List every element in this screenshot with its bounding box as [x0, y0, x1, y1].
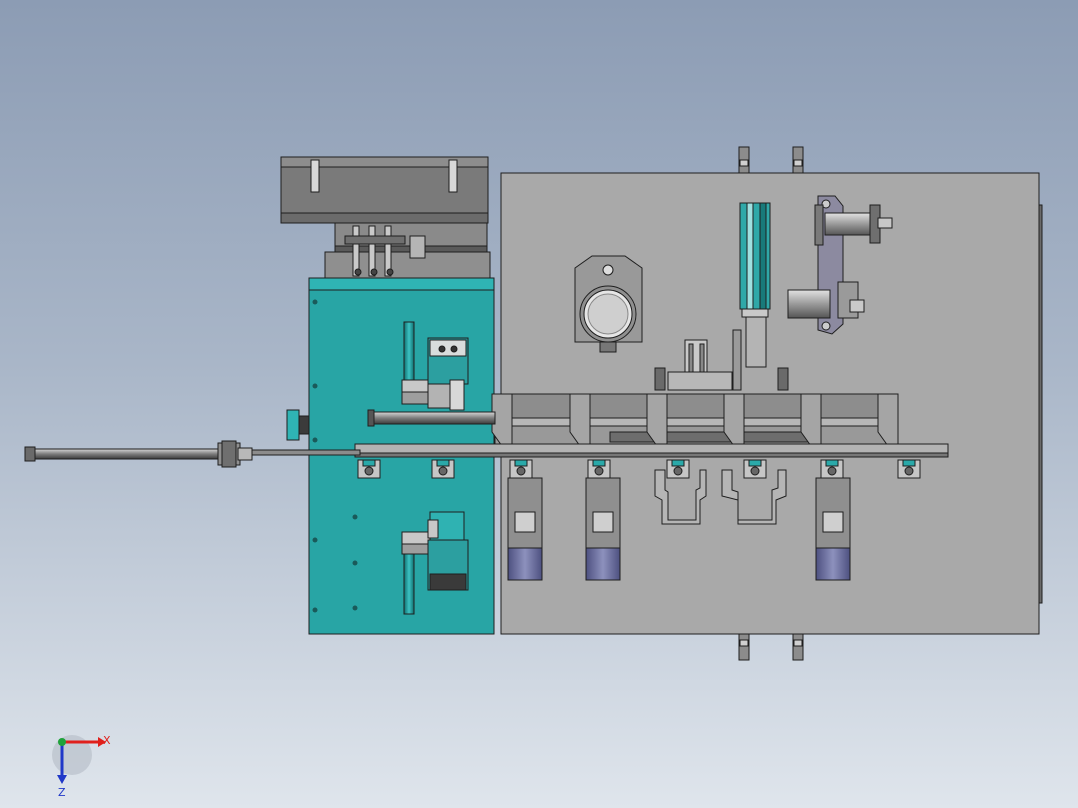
station-cylinder-2 [585, 477, 621, 581]
z-axis-label: Z [58, 786, 66, 799]
z-axis-arrowhead [57, 775, 67, 784]
axis-triad: X Z [52, 734, 111, 799]
station-cylinder-3 [815, 477, 851, 581]
y-axis-dot [58, 738, 66, 746]
cad-viewport[interactable]: X Z [0, 0, 1078, 808]
station-cylinder-1 [507, 477, 543, 581]
assembly-drawing: X Z [24, 146, 1043, 799]
x-axis-label: X [103, 734, 111, 747]
ring-holder [574, 255, 643, 353]
top-drive-block [280, 156, 491, 279]
upper-rail-beam [494, 393, 898, 445]
